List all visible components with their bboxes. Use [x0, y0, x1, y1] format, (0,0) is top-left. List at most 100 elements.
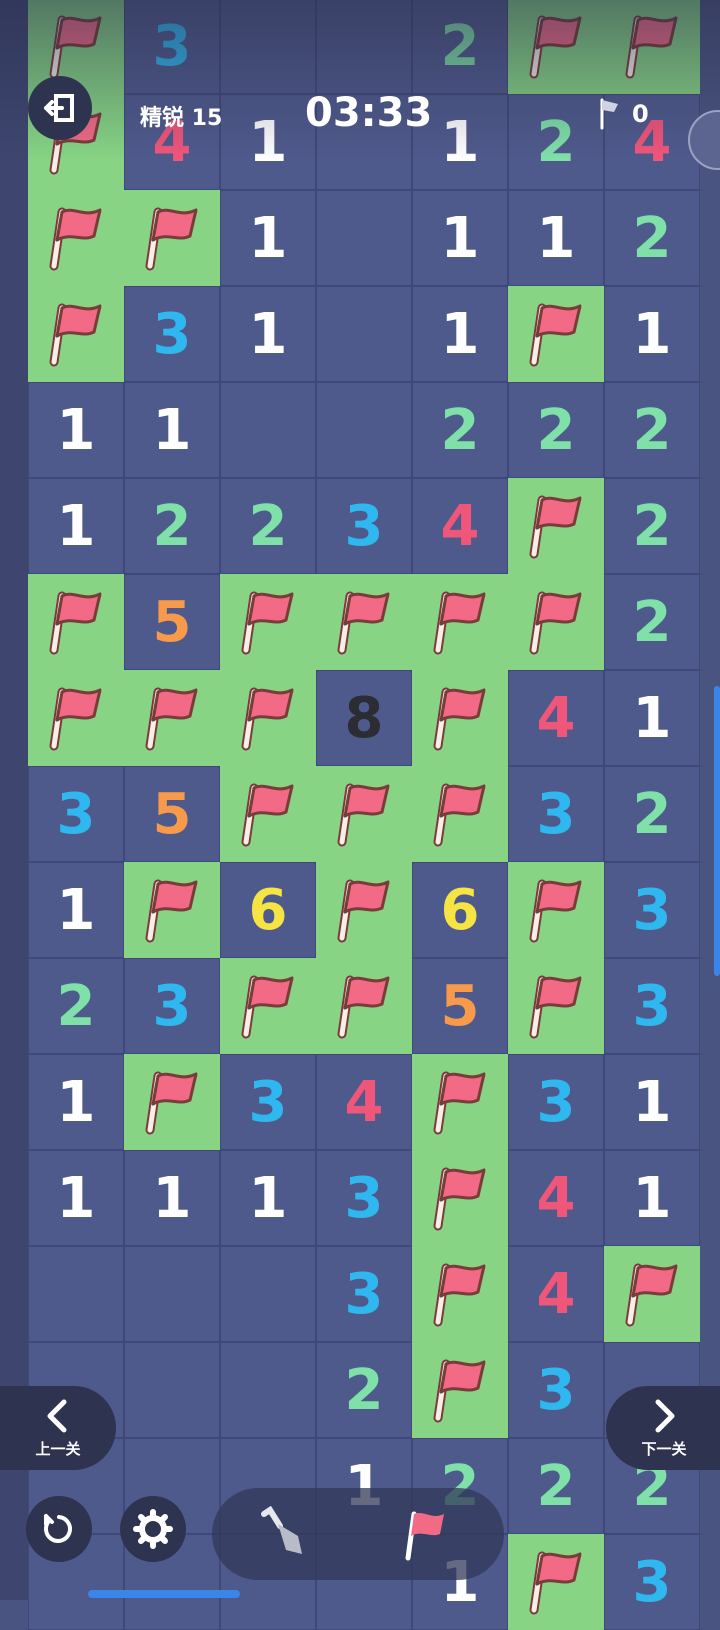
number-cell[interactable]: 1	[604, 1150, 700, 1246]
restart-button[interactable]	[26, 1496, 92, 1562]
flagged-cell[interactable]	[220, 766, 316, 862]
flagged-cell[interactable]	[412, 574, 508, 670]
flagged-cell[interactable]	[28, 574, 124, 670]
flagged-cell[interactable]	[220, 958, 316, 1054]
flagged-cell[interactable]	[508, 478, 604, 574]
number-cell[interactable]: 1	[28, 1054, 124, 1150]
flagged-cell[interactable]	[316, 766, 412, 862]
flagged-cell[interactable]	[412, 766, 508, 862]
number-cell[interactable]: 1	[220, 94, 316, 190]
number-cell[interactable]: 3	[124, 958, 220, 1054]
empty-cell[interactable]	[316, 0, 412, 94]
number-cell[interactable]: 2	[604, 766, 700, 862]
number-cell[interactable]: 3	[316, 478, 412, 574]
number-cell[interactable]: 3	[604, 862, 700, 958]
number-cell[interactable]: 5	[124, 766, 220, 862]
exit-button[interactable]	[28, 76, 92, 140]
number-cell[interactable]: 1	[604, 286, 700, 382]
number-cell[interactable]: 2	[508, 382, 604, 478]
empty-cell[interactable]	[124, 1246, 220, 1342]
scroll-indicator[interactable]	[714, 686, 720, 976]
number-cell[interactable]: 3	[124, 0, 220, 94]
settings-button[interactable]	[120, 1496, 186, 1562]
number-cell[interactable]: 3	[124, 286, 220, 382]
flagged-cell[interactable]	[604, 0, 700, 94]
number-cell[interactable]: 4	[412, 478, 508, 574]
empty-cell[interactable]	[220, 1342, 316, 1438]
flagged-cell[interactable]	[412, 1342, 508, 1438]
number-cell[interactable]: 1	[124, 1150, 220, 1246]
number-cell[interactable]: 2	[124, 478, 220, 574]
flagged-cell[interactable]	[316, 574, 412, 670]
flagged-cell[interactable]	[604, 1246, 700, 1342]
home-indicator[interactable]	[88, 1590, 240, 1598]
number-cell[interactable]: 1	[220, 1150, 316, 1246]
number-cell[interactable]: 6	[220, 862, 316, 958]
number-cell[interactable]: 1	[220, 190, 316, 286]
number-cell[interactable]: 1	[28, 382, 124, 478]
number-cell[interactable]: 1	[28, 1150, 124, 1246]
empty-cell[interactable]	[316, 382, 412, 478]
number-cell[interactable]: 1	[220, 286, 316, 382]
flagged-cell[interactable]	[508, 574, 604, 670]
flagged-cell[interactable]	[124, 190, 220, 286]
number-cell[interactable]: 2	[604, 190, 700, 286]
flagged-cell[interactable]	[508, 1534, 604, 1630]
number-cell[interactable]: 6	[412, 862, 508, 958]
flagged-cell[interactable]	[508, 958, 604, 1054]
flagged-cell[interactable]	[508, 286, 604, 382]
number-cell[interactable]: 1	[124, 382, 220, 478]
number-cell[interactable]: 8	[316, 670, 412, 766]
number-cell[interactable]: 2	[604, 382, 700, 478]
number-cell[interactable]: 2	[412, 382, 508, 478]
empty-cell[interactable]	[28, 1246, 124, 1342]
number-cell[interactable]: 3	[604, 1534, 700, 1630]
empty-cell[interactable]	[124, 1342, 220, 1438]
flagged-cell[interactable]	[508, 0, 604, 94]
number-cell[interactable]: 1	[604, 670, 700, 766]
number-cell[interactable]: 5	[124, 574, 220, 670]
empty-cell[interactable]	[220, 1246, 316, 1342]
flagged-cell[interactable]	[124, 670, 220, 766]
flagged-cell[interactable]	[28, 190, 124, 286]
number-cell[interactable]: 3	[508, 766, 604, 862]
number-cell[interactable]: 3	[604, 958, 700, 1054]
flagged-cell[interactable]	[412, 1246, 508, 1342]
number-cell[interactable]: 3	[316, 1150, 412, 1246]
flagged-cell[interactable]	[220, 670, 316, 766]
number-cell[interactable]: 1	[508, 190, 604, 286]
empty-cell[interactable]	[316, 286, 412, 382]
flag-tool-button[interactable]	[402, 1506, 450, 1566]
number-cell[interactable]: 2	[604, 478, 700, 574]
number-cell[interactable]: 5	[412, 958, 508, 1054]
number-cell[interactable]: 3	[508, 1054, 604, 1150]
number-cell[interactable]: 2	[220, 478, 316, 574]
number-cell[interactable]: 3	[220, 1054, 316, 1150]
next-level-button[interactable]: 下一关	[606, 1386, 720, 1470]
number-cell[interactable]: 2	[508, 1438, 604, 1534]
empty-cell[interactable]	[220, 382, 316, 478]
number-cell[interactable]: 1	[28, 862, 124, 958]
empty-cell[interactable]	[316, 190, 412, 286]
number-cell[interactable]: 3	[28, 766, 124, 862]
flagged-cell[interactable]	[508, 862, 604, 958]
number-cell[interactable]: 3	[316, 1246, 412, 1342]
number-cell[interactable]: 2	[28, 958, 124, 1054]
number-cell[interactable]: 2	[412, 0, 508, 94]
flagged-cell[interactable]	[412, 1150, 508, 1246]
flagged-cell[interactable]	[316, 958, 412, 1054]
flagged-cell[interactable]	[124, 1054, 220, 1150]
number-cell[interactable]: 3	[508, 1342, 604, 1438]
number-cell[interactable]: 1	[412, 286, 508, 382]
flagged-cell[interactable]	[28, 286, 124, 382]
flagged-cell[interactable]	[412, 670, 508, 766]
flagged-cell[interactable]	[124, 862, 220, 958]
number-cell[interactable]: 1	[604, 1054, 700, 1150]
number-cell[interactable]: 1	[28, 478, 124, 574]
flagged-cell[interactable]	[28, 670, 124, 766]
flagged-cell[interactable]	[316, 862, 412, 958]
number-cell[interactable]: 4	[508, 1246, 604, 1342]
number-cell[interactable]: 4	[508, 1150, 604, 1246]
number-cell[interactable]: 4	[316, 1054, 412, 1150]
empty-cell[interactable]	[220, 0, 316, 94]
